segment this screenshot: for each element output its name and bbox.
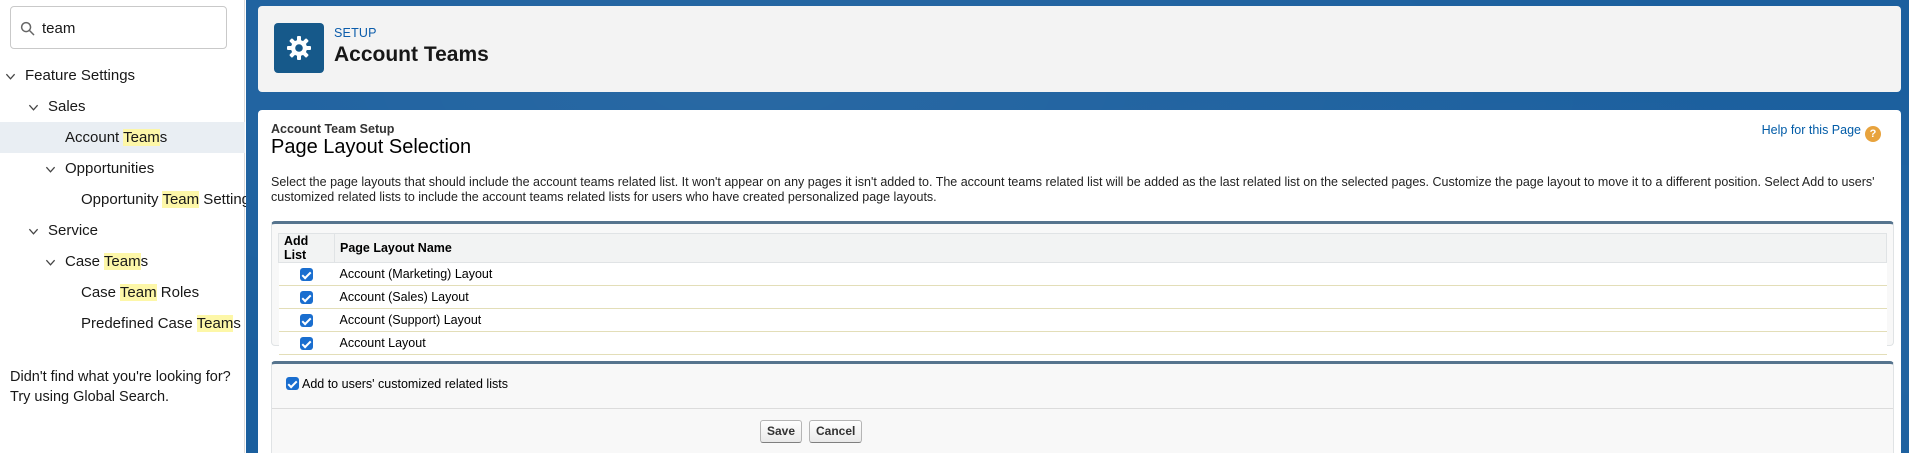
tree-item-label: Sales [48, 98, 86, 115]
help-link-label[interactable]: Help for this Page [1762, 123, 1861, 137]
search-match-highlight: Team [123, 129, 160, 146]
tree-item-service[interactable]: Service [0, 215, 245, 246]
content-card: Account Team Setup Page Layout Selection… [258, 110, 1901, 453]
tree-item-opportunity-team-settings[interactable]: Opportunity Team Settings [0, 184, 258, 215]
tree-item-predefined-case-teams[interactable]: Predefined Case Teams [0, 308, 245, 339]
table-row: Account (Marketing) Layout [278, 262, 1887, 286]
setup-tree: Feature Settings Sales Account Teams Opp… [0, 60, 258, 339]
page-layout-table: Add List Page Layout Name Account (Marke… [278, 233, 1887, 355]
tree-item-label: Feature Settings [25, 67, 136, 84]
add-to-customized-checkbox[interactable] [286, 377, 299, 390]
table-row: Account (Support) Layout [278, 308, 1887, 332]
chevron-down-icon[interactable] [28, 102, 39, 113]
not-found-message: Didn't find what you're looking for? Try… [10, 367, 231, 407]
page-header: SETUP Account Teams [258, 6, 1901, 92]
tree-item-account-teams[interactable]: Account Teams [0, 122, 245, 153]
tree-item-case-teams[interactable]: Case Teams [0, 246, 245, 277]
table-row: Account (Sales) Layout [278, 285, 1887, 309]
tree-item-label: Case Teams [65, 253, 149, 270]
add-list-checkbox[interactable] [300, 268, 313, 282]
column-header-page-layout-name: Page Layout Name [334, 233, 1887, 263]
global-search-hint: Try using Global Search. [10, 389, 170, 405]
search-icon [20, 21, 35, 36]
add-list-cell [278, 285, 335, 309]
tree-item-sales[interactable]: Sales [0, 91, 245, 122]
not-found-line: Didn't find what you're looking for? [10, 369, 231, 385]
tree-item-label: Case Team Roles [81, 284, 200, 301]
add-list-cell [278, 331, 335, 355]
tree-item-label: Predefined Case Teams [81, 315, 241, 332]
save-button[interactable]: Save [760, 420, 803, 443]
search-match-highlight: Team [162, 191, 200, 208]
chevron-down-icon[interactable] [45, 164, 56, 175]
add-list-checkbox[interactable] [300, 314, 313, 328]
tree-item-label: Account Teams [65, 129, 168, 146]
add-to-customized-label: Add to users' customized related lists [302, 377, 508, 391]
add-list-cell [278, 262, 335, 286]
tree-item-opportunities[interactable]: Opportunities [0, 153, 245, 184]
tree-item-label: Opportunities [65, 160, 155, 177]
search-match-highlight: Team [119, 284, 157, 301]
cancel-button[interactable]: Cancel [809, 420, 863, 443]
help-link[interactable]: Help for this Page? [1762, 123, 1881, 142]
header-eyebrow: SETUP [334, 26, 377, 40]
tree-item-label: Service [48, 222, 99, 239]
setup-sidebar: Feature Settings Sales Account Teams Opp… [0, 0, 258, 453]
tree-item-feature-settings[interactable]: Feature Settings [0, 60, 245, 91]
tree-item-label: Opportunity Team Settings [81, 191, 258, 208]
description-text: Select the page layouts that should incl… [271, 175, 1875, 204]
chevron-down-icon[interactable] [28, 226, 39, 237]
add-list-checkbox[interactable] [300, 337, 313, 351]
setup-gear-icon [274, 23, 324, 73]
table-header-row: Add List Page Layout Name [278, 233, 1887, 263]
search-match-highlight: Team [103, 253, 141, 270]
add-list-cell [278, 308, 335, 332]
options-block: Add to users' customized related lists S… [271, 361, 1894, 453]
gear-icon [287, 36, 311, 60]
layout-name-cell: Account (Support) Layout [334, 308, 1887, 332]
table-row: Account Layout [278, 331, 1887, 355]
layout-name-cell: Account (Marketing) Layout [334, 262, 1887, 286]
chevron-down-icon[interactable] [45, 257, 56, 268]
section-subtitle: Account Team Setup [271, 122, 395, 136]
help-icon[interactable]: ? [1865, 126, 1881, 142]
divider [272, 408, 1893, 409]
column-header-add-list: Add List [278, 233, 335, 263]
quick-find-box[interactable] [10, 6, 227, 49]
add-list-checkbox[interactable] [300, 291, 313, 305]
tree-item-case-team-roles[interactable]: Case Team Roles [0, 277, 245, 308]
section-title: Page Layout Selection [271, 136, 472, 158]
add-to-customized-option[interactable]: Add to users' customized related lists [286, 377, 508, 391]
page-title: Account Teams [334, 43, 489, 66]
quick-find-input[interactable] [42, 15, 217, 41]
layout-name-cell: Account Layout [334, 331, 1887, 355]
layout-name-cell: Account (Sales) Layout [334, 285, 1887, 309]
main-content: SETUP Account Teams Account Team Setup P… [246, 0, 1909, 453]
chevron-down-icon[interactable] [5, 71, 16, 82]
search-match-highlight: Team [196, 315, 234, 332]
layout-table-block: Add List Page Layout Name Account (Marke… [271, 221, 1894, 355]
